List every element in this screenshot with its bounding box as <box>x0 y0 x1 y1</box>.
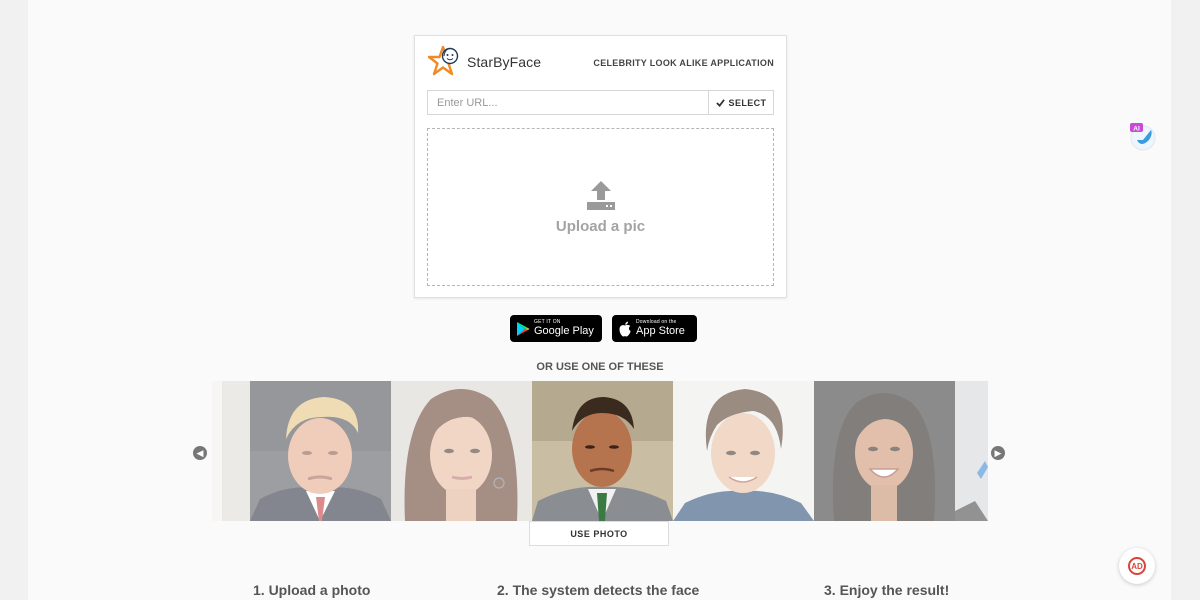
brand-logo[interactable]: StarByFace <box>427 44 541 80</box>
carousel-next-arrow-icon[interactable]: ▶ <box>991 446 1005 460</box>
step-1-title: 1. Upload a photo <box>253 582 371 598</box>
ad-badge-icon[interactable]: AD <box>1119 548 1155 584</box>
app-store-big-text: App Store <box>636 325 685 337</box>
thumbnail-woman-long-hair[interactable] <box>391 381 532 521</box>
ai-badge-text: AI <box>1133 125 1140 132</box>
url-row: SELECT <box>427 90 774 115</box>
step-3-title: 3. Enjoy the result! <box>824 582 950 598</box>
apple-icon <box>619 321 631 336</box>
carousel-edge-left <box>212 381 250 521</box>
google-play-big-text: Google Play <box>534 325 594 337</box>
ai-assistant-icon[interactable]: AI <box>1127 122 1157 152</box>
url-input[interactable] <box>427 90 708 115</box>
upload-dropzone[interactable]: Upload a pic <box>427 128 774 286</box>
brand-tagline: CELEBRITY LOOK ALIKE APPLICATION <box>593 58 774 68</box>
carousel-prev-arrow-icon[interactable]: ◀ <box>193 446 207 460</box>
google-play-icon <box>517 321 530 336</box>
thumbnail-young-man[interactable] <box>673 381 814 521</box>
app-store-badge[interactable]: Download on the App Store <box>612 315 697 342</box>
brand-name: StarByFace <box>467 54 542 70</box>
upload-icon <box>586 180 615 210</box>
upload-label: Upload a pic <box>555 217 646 235</box>
step-2-title: 2. The system detects the face <box>497 582 700 598</box>
select-button[interactable]: SELECT <box>708 90 774 115</box>
celebrity-carousel <box>212 381 988 521</box>
main-card: StarByFace CELEBRITY LOOK ALIKE APPLICAT… <box>414 35 787 298</box>
select-button-label: SELECT <box>728 97 767 108</box>
google-play-badge[interactable]: GET IT ON Google Play <box>510 315 602 342</box>
thumbnail-man-red-tie[interactable] <box>250 381 391 521</box>
portrait-man-green-tie <box>532 381 673 521</box>
star-face-logo-icon <box>427 44 463 80</box>
carousel-edge-right <box>955 381 988 521</box>
thumbnail-man-green-tie[interactable] <box>532 381 673 521</box>
checkmark-icon <box>715 99 725 107</box>
thumbnail-smiling-woman[interactable] <box>814 381 955 521</box>
gallery-heading: OR USE ONE OF THESE <box>536 361 664 373</box>
ad-badge-text: AD <box>1128 557 1146 575</box>
use-photo-button[interactable]: USE PHOTO <box>529 521 669 546</box>
